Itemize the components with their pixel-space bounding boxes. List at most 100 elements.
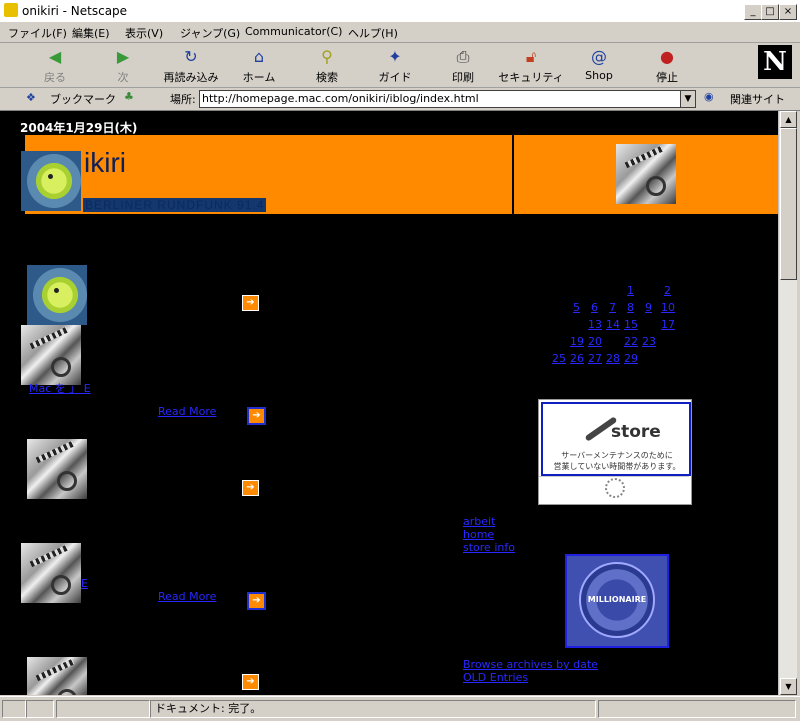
reload-button[interactable]: ↻ 再読み込み [158,45,224,85]
calendar-day[interactable]: 23 [642,335,656,348]
progress-panel [56,700,150,718]
read-more-link-2[interactable]: Read More [158,590,216,603]
menu-communicator[interactable]: Communicator(C) [245,25,342,38]
store-info-link[interactable]: store info [463,541,515,554]
post-arrow-icon-3[interactable]: ➔ [242,674,259,690]
maximize-button[interactable]: □ [761,4,779,20]
back-arrow-icon: ◀ [48,47,62,66]
menu-bar: ファイル(F) 編集(E) 表示(V) ジャンプ(G) Communicator… [0,22,800,43]
calendar-day[interactable]: 13 [588,318,602,331]
home-button[interactable]: ⌂ ホーム [226,45,292,85]
calendar-day[interactable]: 27 [588,352,602,365]
menu-view[interactable]: 表示(V) [125,25,163,41]
back-button[interactable]: ◀ 戻る [22,45,88,85]
calendar-day[interactable]: 14 [606,318,620,331]
shop-icon: @ [591,47,607,66]
calendar-day[interactable]: 9 [645,301,652,314]
related-sites-button[interactable]: 関連サイト [730,91,785,107]
banner-divider [512,135,514,214]
post-parakeet-image [27,265,87,325]
scroll-down-button[interactable]: ▼ [780,678,797,695]
url-dropdown-button[interactable]: ▼ [680,90,696,108]
calendar-day[interactable]: 10 [661,301,675,314]
read-more-arrow-icon-2[interactable]: ➔ [247,592,266,610]
home-link[interactable]: home [463,528,494,541]
minimize-button[interactable]: _ [744,4,762,20]
store-banner[interactable]: store サーバーメンテナンスのために 営業していない時間帯があります。 [538,399,692,505]
calendar-day[interactable]: 6 [591,301,598,314]
calendar-day[interactable]: 29 [624,352,638,365]
post-link-2[interactable]: E [81,577,88,590]
url-input[interactable]: http://homepage.mac.com/onikiri/iblog/in… [199,90,683,108]
netscape-logo[interactable]: N [758,45,792,79]
menu-jump[interactable]: ジャンプ(G) [180,25,240,41]
guide-button[interactable]: ✦ ガイド [362,45,428,85]
print-button[interactable]: ⎙ 印刷 [430,45,496,85]
post-arrow-icon[interactable]: ➔ [242,295,259,311]
title-bar: onikiri - Netscape _ □ × [0,0,800,23]
browse-archives-link[interactable]: Browse archives by date [463,658,598,671]
stop-icon: ● [660,47,674,66]
post-date: 2004年1月29日(木) [20,119,138,136]
calendar-day[interactable]: 28 [606,352,620,365]
stop-button[interactable]: ● 停止 [634,45,700,85]
millionaire-label: MILLIONAIRE [587,595,647,604]
status-bar: ドキュメント: 完了。 [0,696,800,721]
print-icon: ⎙ [456,47,470,66]
lock-icon: 🔓︎ [525,47,537,66]
shop-button[interactable]: @ Shop [566,45,632,85]
close-button[interactable]: × [779,4,797,20]
home-icon: ⌂ [253,47,265,66]
post-mac-image-4 [27,657,87,695]
post-mac-image [21,325,81,385]
menu-edit[interactable]: 編集(E) [72,25,110,41]
calendar-day[interactable]: 17 [661,318,675,331]
menu-help[interactable]: ヘルプ(H) [348,25,398,41]
post-link[interactable]: Mac を 」 E [29,380,91,396]
navigation-toolbar: ◀ 戻る ▶ 次 ↻ 再読み込み ⌂ ホーム ⚲ 検索 ✦ ガイド ⎙ 印刷 🔓︎ セキュリティ… [0,43,800,88]
header-parakeet-image [21,151,81,211]
calendar-day[interactable]: 20 [588,335,602,348]
calendar-day[interactable]: 1 [627,284,634,297]
component-bar [598,700,796,718]
scrollbar-thumb[interactable] [780,128,797,280]
forward-arrow-icon: ▶ [116,47,130,66]
old-entries-link[interactable]: OLD Entries [463,671,528,684]
scroll-up-button[interactable]: ▲ [780,111,797,128]
calendar-day[interactable]: 25 [552,352,566,365]
calendar-day[interactable]: 22 [624,335,638,348]
site-title: ikiri [84,147,126,178]
store-banner-frame: store サーバーメンテナンスのために 営業していない時間帯があります。 [541,402,691,476]
calendar-day[interactable]: 26 [570,352,584,365]
calendar-day[interactable]: 2 [664,284,671,297]
related-icon: ◉ [704,90,714,103]
page-proxy-icon[interactable]: ♣ [124,90,134,103]
menu-file[interactable]: ファイル(F) [8,25,67,41]
millionaire-banner[interactable]: MILLIONAIRE [565,554,669,648]
forward-button[interactable]: ▶ 次 [90,45,156,85]
bookmarks-button[interactable]: ブックマーク [50,91,116,107]
bookmark-icon: ❖ [26,91,36,104]
status-text: ドキュメント: 完了。 [150,700,596,718]
site-subtitle: BERLINER RUNDFUNK 91.4 [83,198,267,212]
security-button[interactable]: 🔓︎ セキュリティ [498,45,564,85]
page-content: 2004年1月29日(木) ikiri BERLINER RUNDFUNK 91… [0,111,778,695]
loading-spinner-icon [605,478,625,498]
search-button[interactable]: ⚲ 検索 [294,45,360,85]
calendar-day[interactable]: 15 [624,318,638,331]
post-arrow-icon-2[interactable]: ➔ [242,480,259,496]
reload-icon: ↻ [184,47,198,66]
calendar-day[interactable]: 19 [570,335,584,348]
read-more-link[interactable]: Read More [158,405,216,418]
calendar-day[interactable]: 5 [573,301,580,314]
calendar-day[interactable]: 7 [609,301,616,314]
post-mac-image-3 [21,543,81,603]
connection-status-icon [26,700,54,718]
security-status-icon[interactable] [2,700,26,718]
vertical-scrollbar[interactable]: ▲ ▼ [778,111,797,695]
post-mac-image-2 [27,439,87,499]
arbeit-link[interactable]: arbeit [463,515,495,528]
read-more-arrow-icon[interactable]: ➔ [247,407,266,425]
calendar-day[interactable]: 8 [627,301,634,314]
search-icon: ⚲ [321,47,333,66]
